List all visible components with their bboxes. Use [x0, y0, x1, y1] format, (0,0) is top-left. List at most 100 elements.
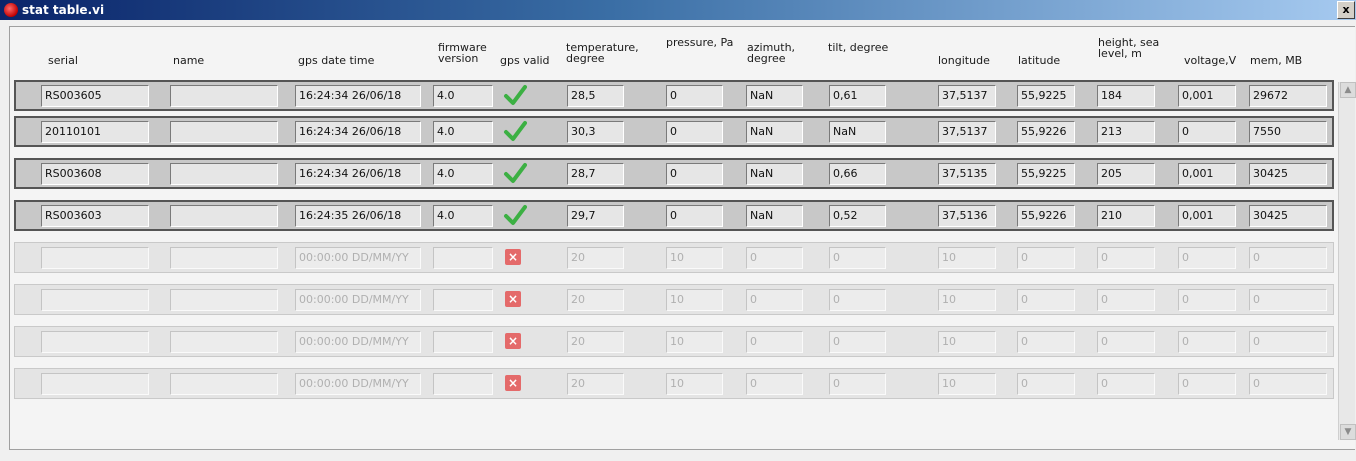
gps_date_time-field[interactable]: 16:24:34 26/06/18 [295, 85, 421, 107]
height-field[interactable]: 0 [1097, 247, 1155, 269]
temperature-field[interactable]: 28,5 [567, 85, 624, 107]
pressure-field[interactable]: 10 [666, 289, 723, 311]
longitude-field[interactable]: 10 [938, 289, 996, 311]
gps_date_time-field[interactable]: 00:00:00 DD/MM/YY [295, 373, 421, 395]
pressure-field[interactable]: 0 [666, 163, 723, 185]
voltage-field[interactable]: 0,001 [1178, 163, 1236, 185]
voltage-field[interactable]: 0,001 [1178, 205, 1236, 227]
mem-field[interactable]: 29672 [1249, 85, 1327, 107]
height-field[interactable]: 205 [1097, 163, 1155, 185]
latitude-field[interactable]: 0 [1017, 373, 1075, 395]
firmware-field[interactable]: 4.0 [433, 205, 493, 227]
scroll-up-icon[interactable]: ▲ [1340, 82, 1356, 98]
latitude-field[interactable]: 55,9225 [1017, 85, 1075, 107]
gps_date_time-field[interactable]: 00:00:00 DD/MM/YY [295, 289, 421, 311]
name-field[interactable] [170, 121, 278, 143]
pressure-field[interactable]: 10 [666, 373, 723, 395]
tilt-field[interactable]: 0 [829, 373, 886, 395]
azimuth-field[interactable]: 0 [746, 289, 803, 311]
name-field[interactable] [170, 85, 278, 107]
temperature-field[interactable]: 20 [567, 331, 624, 353]
mem-field[interactable]: 7550 [1249, 121, 1327, 143]
name-field[interactable] [170, 289, 278, 311]
gps_date_time-field[interactable]: 16:24:34 26/06/18 [295, 121, 421, 143]
voltage-field[interactable]: 0 [1178, 289, 1236, 311]
serial-field[interactable] [41, 289, 149, 311]
pressure-field[interactable]: 0 [666, 205, 723, 227]
firmware-field[interactable]: 4.0 [433, 121, 493, 143]
voltage-field[interactable]: 0,001 [1178, 85, 1236, 107]
latitude-field[interactable]: 55,9226 [1017, 121, 1075, 143]
name-field[interactable] [170, 331, 278, 353]
name-field[interactable] [170, 373, 278, 395]
height-field[interactable]: 0 [1097, 289, 1155, 311]
vertical-scrollbar[interactable]: ▲ ▼ [1338, 82, 1356, 440]
tilt-field[interactable]: 0,66 [829, 163, 886, 185]
tilt-field[interactable]: 0 [829, 289, 886, 311]
height-field[interactable]: 0 [1097, 331, 1155, 353]
longitude-field[interactable]: 10 [938, 331, 996, 353]
pressure-field[interactable]: 10 [666, 331, 723, 353]
firmware-field[interactable]: 4.0 [433, 163, 493, 185]
voltage-field[interactable]: 0 [1178, 331, 1236, 353]
tilt-field[interactable]: 0 [829, 331, 886, 353]
close-button[interactable]: x [1337, 1, 1355, 19]
tilt-field[interactable]: 0 [829, 247, 886, 269]
longitude-field[interactable]: 37,5136 [938, 205, 996, 227]
name-field[interactable] [170, 205, 278, 227]
pressure-field[interactable]: 0 [666, 85, 723, 107]
azimuth-field[interactable]: 0 [746, 247, 803, 269]
gps_date_time-field[interactable]: 00:00:00 DD/MM/YY [295, 331, 421, 353]
height-field[interactable]: 184 [1097, 85, 1155, 107]
longitude-field[interactable]: 10 [938, 247, 996, 269]
mem-field[interactable]: 0 [1249, 289, 1327, 311]
temperature-field[interactable]: 28,7 [567, 163, 624, 185]
serial-field[interactable]: RS003603 [41, 205, 149, 227]
voltage-field[interactable]: 0 [1178, 247, 1236, 269]
mem-field[interactable]: 0 [1249, 331, 1327, 353]
height-field[interactable]: 213 [1097, 121, 1155, 143]
height-field[interactable]: 0 [1097, 373, 1155, 395]
longitude-field[interactable]: 10 [938, 373, 996, 395]
latitude-field[interactable]: 0 [1017, 247, 1075, 269]
pressure-field[interactable]: 0 [666, 121, 723, 143]
azimuth-field[interactable]: 0 [746, 331, 803, 353]
mem-field[interactable]: 30425 [1249, 163, 1327, 185]
azimuth-field[interactable]: 0 [746, 373, 803, 395]
longitude-field[interactable]: 37,5135 [938, 163, 996, 185]
height-field[interactable]: 210 [1097, 205, 1155, 227]
serial-field[interactable]: RS003608 [41, 163, 149, 185]
name-field[interactable] [170, 247, 278, 269]
serial-field[interactable] [41, 331, 149, 353]
firmware-field[interactable]: 4.0 [433, 85, 493, 107]
gps_date_time-field[interactable]: 00:00:00 DD/MM/YY [295, 247, 421, 269]
firmware-field[interactable] [433, 373, 493, 395]
firmware-field[interactable] [433, 247, 493, 269]
pressure-field[interactable]: 10 [666, 247, 723, 269]
latitude-field[interactable]: 55,9225 [1017, 163, 1075, 185]
serial-field[interactable]: 20110101 [41, 121, 149, 143]
mem-field[interactable]: 30425 [1249, 205, 1327, 227]
temperature-field[interactable]: 29,7 [567, 205, 624, 227]
serial-field[interactable] [41, 373, 149, 395]
azimuth-field[interactable]: NaN [746, 85, 803, 107]
azimuth-field[interactable]: NaN [746, 121, 803, 143]
tilt-field[interactable]: 0,61 [829, 85, 886, 107]
latitude-field[interactable]: 0 [1017, 331, 1075, 353]
azimuth-field[interactable]: NaN [746, 163, 803, 185]
latitude-field[interactable]: 55,9226 [1017, 205, 1075, 227]
gps_date_time-field[interactable]: 16:24:35 26/06/18 [295, 205, 421, 227]
azimuth-field[interactable]: NaN [746, 205, 803, 227]
mem-field[interactable]: 0 [1249, 247, 1327, 269]
longitude-field[interactable]: 37,5137 [938, 85, 996, 107]
voltage-field[interactable]: 0 [1178, 373, 1236, 395]
scroll-down-icon[interactable]: ▼ [1340, 424, 1356, 440]
name-field[interactable] [170, 163, 278, 185]
tilt-field[interactable]: 0,52 [829, 205, 886, 227]
temperature-field[interactable]: 30,3 [567, 121, 624, 143]
temperature-field[interactable]: 20 [567, 289, 624, 311]
tilt-field[interactable]: NaN [829, 121, 886, 143]
serial-field[interactable] [41, 247, 149, 269]
temperature-field[interactable]: 20 [567, 373, 624, 395]
latitude-field[interactable]: 0 [1017, 289, 1075, 311]
